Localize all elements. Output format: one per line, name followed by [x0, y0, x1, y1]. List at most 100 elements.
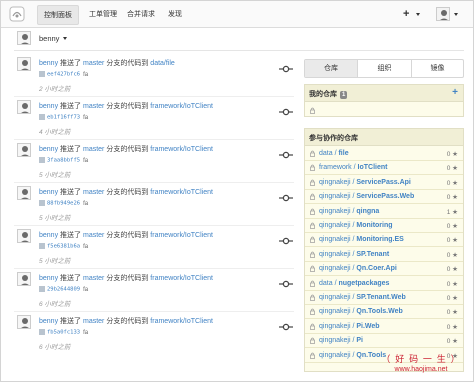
repo-link[interactable]: framework/IoTClient	[150, 318, 213, 325]
new-repo-plus-icon[interactable]: +	[452, 87, 458, 98]
commit-sha-link[interactable]: 3faa8bbff5	[47, 158, 80, 164]
avatar[interactable]	[17, 143, 31, 157]
user-avatar-menu[interactable]	[436, 7, 450, 21]
avatar-person-icon	[21, 275, 29, 285]
actor-link[interactable]: benny	[39, 103, 58, 110]
repo-link[interactable]: data/file	[150, 60, 175, 67]
avatar[interactable]	[17, 272, 31, 286]
actor-link[interactable]: benny	[39, 60, 58, 67]
nav-tab-issues[interactable]: 工单管理	[85, 9, 121, 21]
repo-list-item[interactable]: qingnakeji / Monitoring.ES 0 ★	[305, 233, 463, 248]
repo-link[interactable]: qingnakeji / SP.Tenant	[319, 251, 389, 258]
avatar-person-icon	[21, 232, 29, 242]
commit-author-avatar	[39, 114, 45, 120]
avatar[interactable]	[17, 315, 31, 329]
actor-link[interactable]: benny	[39, 318, 58, 325]
tab-repositories[interactable]: 仓库	[305, 60, 357, 77]
repo-link[interactable]: framework / IoTClient	[319, 164, 387, 171]
nav-tab-explore[interactable]: 发现	[165, 9, 185, 21]
my-repos-header: 我的仓库 1 +	[305, 85, 463, 102]
repo-list-item[interactable]: qingnakeji / SP.Tenant 0 ★	[305, 248, 463, 262]
verb-text: 推送了	[60, 318, 82, 325]
tab-mirrors[interactable]: 镜像	[412, 60, 463, 77]
repo-owner: qingnakeji	[319, 294, 351, 301]
feed-item: benny 推送了 master 分支的代码到 framework/IoTCli…	[17, 98, 295, 138]
feed-summary: benny 推送了 master 分支的代码到 data/file	[39, 58, 175, 68]
create-dropdown-caret-icon[interactable]	[416, 13, 420, 16]
repo-link[interactable]: qingnakeji / Monitoring	[319, 222, 393, 229]
repo-link[interactable]: qingnakeji / SP.Tenant.Web	[319, 294, 406, 301]
branch-link[interactable]: master	[83, 275, 104, 282]
repo-link[interactable]: framework/IoTClient	[150, 275, 213, 282]
repo-list-item[interactable]: qingnakeji / ServicePass.Api 0 ★	[305, 176, 463, 190]
collab-repos-panel: 参与协作的仓库 data / file 0 ★ framework / IoTCli…	[304, 128, 464, 372]
actor-link[interactable]: benny	[39, 232, 58, 239]
repo-list-item[interactable]: qingnakeji / Qn.Tools.Web 0 ★	[305, 305, 463, 320]
repo-list-item[interactable]: qingnakeji / Pi.Web 0 ★	[305, 320, 463, 334]
mid-text: 分支的代码到	[106, 60, 149, 67]
watermark: （ 好 码 一 生 ） www.haojima.net	[374, 352, 468, 380]
repo-list-item[interactable]: qingnakeji / ServicePass.Web 0 ★	[305, 190, 463, 205]
repo-list-item[interactable]: data / file 0 ★	[305, 147, 463, 161]
actor-link[interactable]: benny	[39, 146, 58, 153]
lock-icon	[310, 251, 315, 258]
avatar[interactable]	[17, 100, 31, 114]
repo-link[interactable]: data / file	[319, 150, 349, 157]
nav-tab-pull-requests[interactable]: 合并请求	[123, 9, 159, 21]
repo-list-item[interactable]: data / nugetpackages 0 ★	[305, 277, 463, 291]
repo-link[interactable]: framework/IoTClient	[150, 232, 213, 239]
feed-summary: benny 推送了 master 分支的代码到 framework/IoTCli…	[39, 230, 213, 240]
repo-list-item[interactable]: qingnakeji / Pi 0 ★	[305, 334, 463, 349]
context-username: benny	[39, 34, 60, 43]
commit-sha-link[interactable]: f5e6381b6a	[47, 244, 80, 250]
top-navbar: 控制面板 工单管理 合并请求 发现 +	[1, 1, 473, 28]
star-count: 0	[446, 338, 451, 346]
repo-link[interactable]: qingnakeji / qingna	[319, 208, 379, 215]
divider	[14, 96, 294, 97]
create-new-plus-icon[interactable]: +	[403, 8, 409, 20]
commit-sha-link[interactable]: 88fb949e26	[47, 201, 80, 207]
branch-link[interactable]: master	[83, 60, 104, 67]
branch-link[interactable]: master	[83, 318, 104, 325]
commit-sha-link[interactable]: eef427bfc6	[47, 72, 80, 78]
repo-list-item[interactable]: qingnakeji / Qn.Coer.Api 0 ★	[305, 262, 463, 277]
nav-tab-dashboard[interactable]: 控制面板	[37, 5, 79, 25]
commit-sha-link[interactable]: fb5a0fc133	[47, 330, 80, 336]
actor-link[interactable]: benny	[39, 275, 58, 282]
avatar[interactable]	[17, 229, 31, 243]
repo-link[interactable]: framework/IoTClient	[150, 189, 213, 196]
repo-owner: framework	[319, 164, 352, 172]
verb-text: 推送了	[60, 275, 82, 282]
divider	[14, 268, 294, 269]
branch-link[interactable]: master	[83, 189, 104, 196]
repo-list-item[interactable]: framework / IoTClient 0 ★	[305, 161, 463, 176]
tab-organizations[interactable]: 组织	[358, 60, 411, 77]
gogs-logo-icon[interactable]	[9, 6, 25, 22]
repo-link[interactable]: qingnakeji / Qn.Tools.Web	[319, 308, 403, 315]
repo-link[interactable]: qingnakeji / Pi	[319, 337, 363, 344]
commit-sha-link[interactable]: eb1f16ff73	[47, 115, 80, 121]
branch-link[interactable]: master	[83, 232, 104, 239]
repo-link[interactable]: qingnakeji / Pi.Web	[319, 323, 380, 330]
repo-link[interactable]: qingnakeji / ServicePass.Api	[319, 179, 411, 186]
repo-link[interactable]: qingnakeji / ServicePass.Web	[319, 193, 414, 200]
user-menu-caret-icon[interactable]	[454, 13, 458, 16]
repo-link[interactable]: framework/IoTClient	[150, 146, 213, 153]
repo-link[interactable]: framework/IoTClient	[150, 103, 213, 110]
repo-link[interactable]: qingnakeji / Monitoring.ES	[319, 236, 404, 243]
repo-list-item[interactable]: qingnakeji / Monitoring 0 ★	[305, 219, 463, 233]
repo-link[interactable]: qingnakeji / Qn.Coer.Api	[319, 265, 397, 272]
avatar[interactable]	[17, 186, 31, 200]
branch-link[interactable]: master	[83, 146, 104, 153]
avatar[interactable]	[17, 57, 31, 71]
repo-list-item[interactable]: qingnakeji / qingna 1 ★	[305, 205, 463, 219]
repo-name: ServicePass.Web	[356, 193, 415, 201]
star-count: 1	[446, 208, 451, 216]
repo-list-item[interactable]: qingnakeji / SP.Tenant.Web 0 ★	[305, 291, 463, 305]
actor-link[interactable]: benny	[39, 189, 58, 196]
star-icon: ★	[452, 237, 458, 245]
branch-link[interactable]: master	[83, 103, 104, 110]
mid-text: 分支的代码到	[106, 275, 149, 282]
commit-sha-link[interactable]: 29b2644809	[47, 287, 80, 293]
repo-link[interactable]: data / nugetpackages	[319, 280, 389, 287]
